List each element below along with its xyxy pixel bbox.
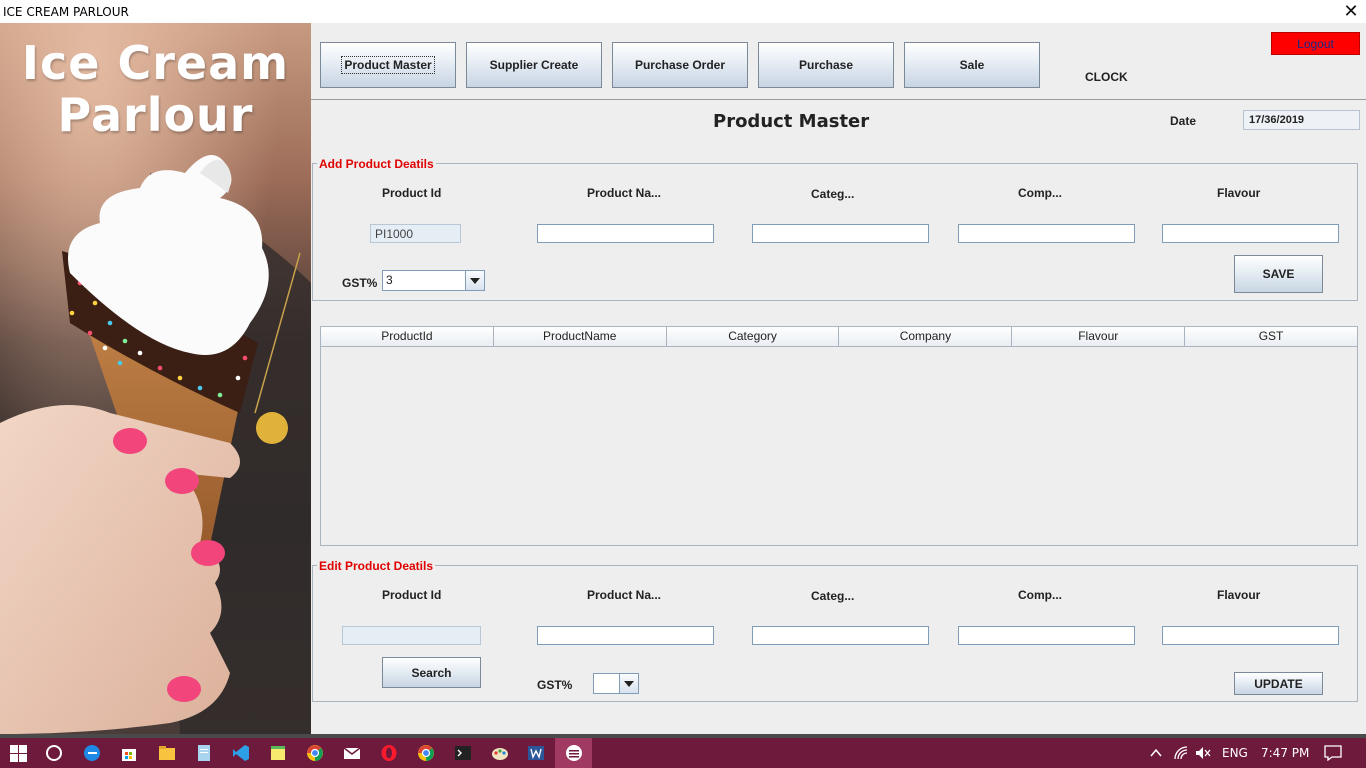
- hero-image: Ice Cream Parlour: [0, 23, 311, 734]
- edit-gst-value: [594, 674, 619, 693]
- notepad-icon[interactable]: [194, 743, 214, 763]
- edit-product-name-input[interactable]: [537, 626, 714, 645]
- edit-category-input[interactable]: [752, 626, 929, 645]
- file-explorer-icon[interactable]: [157, 743, 177, 763]
- edit-company-input[interactable]: [958, 626, 1135, 645]
- chevron-up-icon[interactable]: [1146, 743, 1166, 763]
- column-header-productid[interactable]: ProductId: [321, 327, 494, 346]
- nav-supplier-create-button[interactable]: Supplier Create: [466, 42, 602, 88]
- save-button[interactable]: SAVE: [1234, 255, 1323, 293]
- windows-start-icon[interactable]: [8, 743, 28, 763]
- page-title: Product Master: [713, 111, 870, 132]
- brand-title: Ice Cream Parlour: [0, 37, 311, 141]
- logout-button[interactable]: Logout: [1271, 32, 1360, 55]
- column-header-company[interactable]: Company: [839, 327, 1013, 346]
- taskbar: ENG 7:47 PM: [0, 738, 1366, 768]
- add-category-input[interactable]: [752, 224, 929, 243]
- search-button[interactable]: Search: [382, 657, 481, 688]
- main-panel: Product Master Supplier Create Purchase …: [311, 23, 1366, 734]
- chevron-down-icon[interactable]: [619, 674, 638, 693]
- nav-sale-button[interactable]: Sale: [904, 42, 1040, 88]
- header-divider: [311, 99, 1366, 100]
- edit-company-label: Comp...: [1018, 588, 1062, 602]
- notification-icon[interactable]: [1323, 743, 1343, 763]
- edit-product-id-label: Product Id: [382, 588, 442, 602]
- add-gst-value: 3: [386, 273, 393, 287]
- opera-icon[interactable]: [379, 743, 399, 763]
- add-category-label: Categ...: [811, 187, 855, 201]
- add-product-id-label: Product Id: [382, 186, 442, 200]
- date-field: 17/36/2019: [1243, 110, 1360, 130]
- window-titlebar: ICE CREAM PARLOUR ✕: [0, 0, 1366, 23]
- nav-purchase-order-button[interactable]: Purchase Order: [612, 42, 748, 88]
- wifi-icon[interactable]: [1171, 743, 1191, 763]
- add-product-id-field: PI1000: [370, 224, 461, 243]
- column-header-category[interactable]: Category: [667, 327, 840, 346]
- add-gst-dropdown[interactable]: 3: [382, 270, 485, 291]
- window-title: ICE CREAM PARLOUR: [3, 5, 129, 19]
- vscode-icon[interactable]: [231, 743, 251, 763]
- add-product-legend: Add Product Deatils: [317, 157, 436, 171]
- edit-product-name-label: Product Na...: [587, 588, 662, 602]
- taskbar-active-app[interactable]: [555, 738, 592, 768]
- add-product-name-input[interactable]: [537, 224, 714, 243]
- edit-flavour-label: Flavour: [1217, 588, 1261, 602]
- sticky-notes-icon[interactable]: [268, 743, 288, 763]
- paint-icon[interactable]: [490, 743, 510, 763]
- nav-product-master-label: Product Master: [341, 56, 435, 74]
- add-flavour-label: Flavour: [1217, 186, 1261, 200]
- add-company-input[interactable]: [958, 224, 1135, 243]
- chrome-icon[interactable]: [305, 743, 325, 763]
- terminal-icon[interactable]: [453, 743, 473, 763]
- store-icon[interactable]: [119, 743, 139, 763]
- edit-product-legend: Edit Product Deatils: [317, 559, 436, 573]
- clock-label: CLOCK: [1085, 70, 1128, 84]
- brand-line-2: Parlour: [57, 88, 254, 142]
- word-icon[interactable]: [526, 743, 546, 763]
- column-header-flavour[interactable]: Flavour: [1012, 327, 1186, 346]
- column-header-gst[interactable]: GST: [1185, 327, 1357, 346]
- language-indicator[interactable]: ENG: [1222, 746, 1248, 760]
- update-button[interactable]: UPDATE: [1234, 672, 1323, 695]
- edit-flavour-input[interactable]: [1162, 626, 1339, 645]
- java-app-icon[interactable]: [564, 743, 584, 763]
- add-company-label: Comp...: [1018, 186, 1062, 200]
- add-flavour-input[interactable]: [1162, 224, 1339, 243]
- brand-line-1: Ice Cream: [21, 36, 290, 90]
- product-table: ProductId ProductName Category Company F…: [320, 326, 1358, 546]
- column-header-productname[interactable]: ProductName: [494, 327, 667, 346]
- speaker-muted-icon[interactable]: [1193, 743, 1213, 763]
- chrome-icon[interactable]: [416, 743, 436, 763]
- table-header: ProductId ProductName Category Company F…: [321, 327, 1357, 347]
- edit-category-label: Categ...: [811, 589, 855, 603]
- edit-product-id-field: [342, 626, 481, 645]
- nav-purchase-button[interactable]: Purchase: [758, 42, 894, 88]
- cortana-icon[interactable]: [44, 743, 64, 763]
- chevron-down-icon[interactable]: [465, 271, 484, 290]
- nav-product-master-button[interactable]: Product Master: [320, 42, 456, 88]
- edit-gst-dropdown[interactable]: [593, 673, 639, 694]
- add-product-name-label: Product Na...: [587, 186, 662, 200]
- edit-gst-label: GST%: [537, 678, 573, 692]
- close-icon[interactable]: ✕: [1340, 1, 1362, 21]
- taskbar-clock[interactable]: 7:47 PM: [1261, 746, 1309, 760]
- add-gst-label: GST%: [342, 276, 378, 290]
- edge-icon[interactable]: [82, 743, 102, 763]
- mail-icon[interactable]: [342, 743, 362, 763]
- date-label: Date: [1170, 114, 1197, 128]
